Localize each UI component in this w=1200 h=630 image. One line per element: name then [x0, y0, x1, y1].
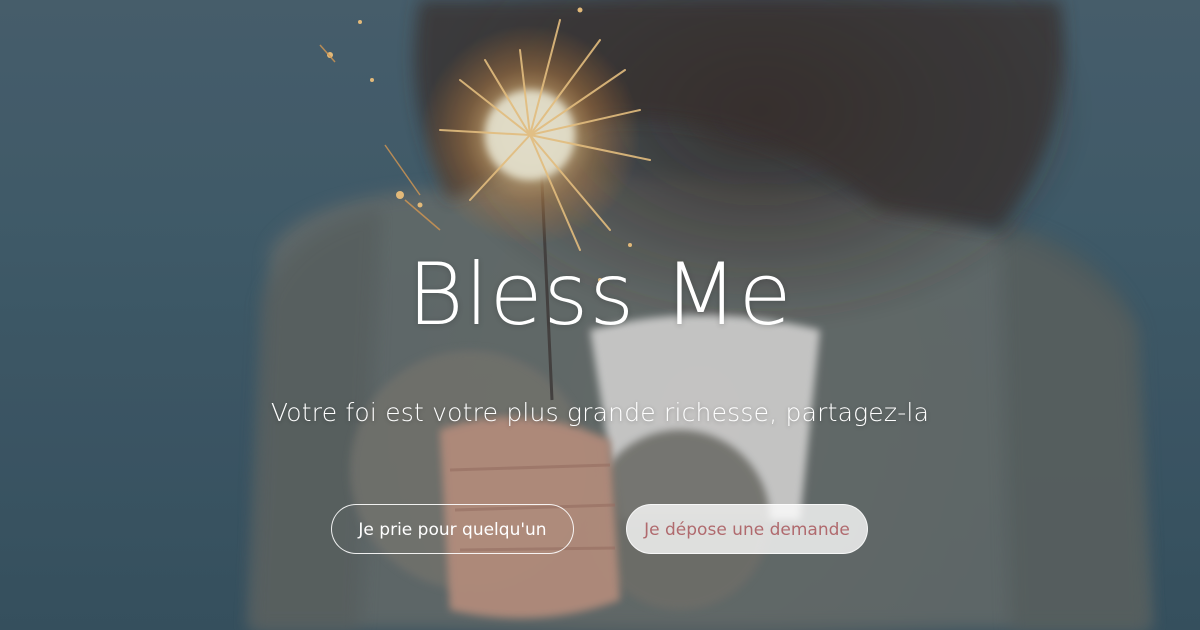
pray-for-someone-button[interactable]: Je prie pour quelqu'un	[331, 504, 574, 554]
hero-section: Bless Me Votre foi est votre plus grande…	[0, 0, 1200, 630]
submit-request-button[interactable]: Je dépose une demande	[626, 504, 868, 554]
hero-subtitle: Votre foi est votre plus grande richesse…	[270, 398, 930, 427]
hero-title: Bless Me	[407, 245, 793, 345]
